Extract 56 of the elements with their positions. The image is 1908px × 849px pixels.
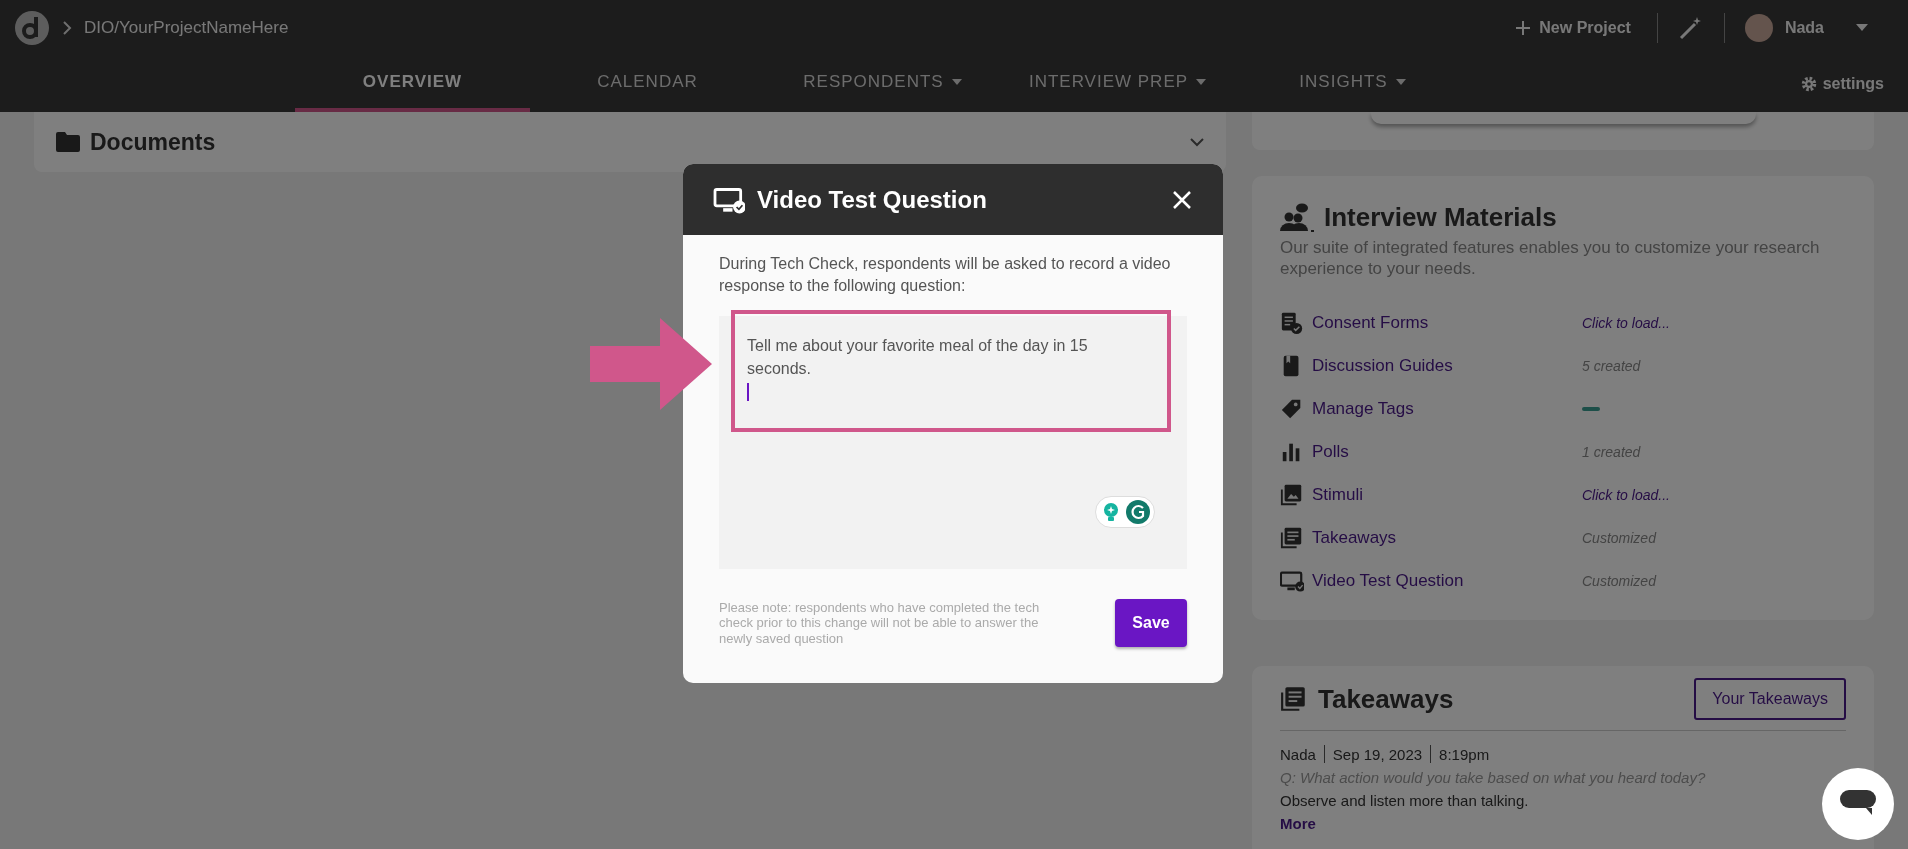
- writing-assistant-widget[interactable]: [1095, 496, 1155, 529]
- people-chat-icon: [1280, 202, 1314, 233]
- card-description: Our suite of integrated features enables you to customize your research experience to your needs.: [1280, 237, 1821, 280]
- monitor-check-icon: [1280, 569, 1304, 593]
- status-text: 1 created: [1582, 444, 1641, 460]
- images-icon: [1280, 483, 1304, 507]
- text-cursor: [747, 382, 749, 401]
- chevron-icon: [62, 20, 72, 35]
- author: Nada: [1280, 745, 1316, 763]
- nav-tab[interactable]: RESPONDENTS: [765, 55, 1000, 112]
- gear-icon: [1800, 75, 1817, 92]
- new-project-button[interactable]: New Project: [1509, 17, 1637, 38]
- monitor-check-icon: [713, 185, 745, 214]
- load-link[interactable]: Click to load...: [1582, 315, 1670, 331]
- nav-tab[interactable]: INSIGHTS: [1235, 55, 1470, 112]
- card-title: Interview Materials: [1324, 202, 1557, 233]
- dialog-title: Video Test Question: [757, 185, 987, 214]
- status-text: Customized: [1582, 573, 1656, 589]
- loading-indicator: [1582, 407, 1600, 411]
- dialog-description: During Tech Check, respondents will be asked to record a video response to the following question:: [719, 254, 1172, 296]
- question-text: Tell me about your favorite meal of the day in 15 seconds.: [747, 337, 1088, 378]
- date: Sep 19, 2023: [1332, 745, 1423, 763]
- nav-tab[interactable]: INTERVIEW PREP: [1000, 55, 1235, 112]
- nav-tab[interactable]: CALENDAR: [530, 55, 765, 112]
- settings-button[interactable]: settings: [1794, 55, 1890, 112]
- dialog-note: Please note: respondents who have completed the tech check prior to this change will not be able to answer the newly saved question: [719, 599, 1041, 647]
- time: 8:19pm: [1439, 745, 1490, 763]
- close-icon[interactable]: [1171, 188, 1193, 211]
- material-link[interactable]: Video Test Question: [1312, 571, 1464, 591]
- checklist-icon: [1280, 311, 1304, 335]
- user-avatar[interactable]: [1744, 13, 1773, 42]
- plus-icon: [1515, 19, 1532, 36]
- card-title: Documents: [90, 128, 216, 156]
- documents-icon: [1280, 685, 1308, 713]
- load-link[interactable]: Click to load...: [1582, 487, 1670, 503]
- save-button[interactable]: Save: [1115, 599, 1187, 648]
- logo-icon[interactable]: [14, 9, 50, 46]
- status-text: 5 created: [1582, 358, 1641, 374]
- card-title: Takeaways: [1318, 683, 1454, 715]
- your-takeaways-button[interactable]: Your Takeaways: [1694, 678, 1846, 720]
- more-link[interactable]: More: [1280, 815, 1316, 832]
- user-name[interactable]: Nada: [1784, 18, 1824, 37]
- status-text: Customized: [1582, 530, 1656, 546]
- takeaway-answer: Observe and listen more than talking.: [1280, 792, 1530, 809]
- documents-icon: [1280, 526, 1304, 550]
- caret-icon[interactable]: [1856, 23, 1868, 32]
- material-link[interactable]: Consent Forms: [1312, 313, 1429, 333]
- breadcrumb[interactable]: DIO/YourProjectNameHere: [84, 17, 289, 38]
- chevron-down-icon[interactable]: [1190, 137, 1204, 147]
- g-logo-icon[interactable]: [1126, 500, 1150, 525]
- material-link[interactable]: Stimuli: [1312, 485, 1363, 505]
- material-link[interactable]: Polls: [1312, 442, 1349, 462]
- material-link[interactable]: Discussion Guides: [1312, 356, 1453, 376]
- material-link[interactable]: Takeaways: [1312, 528, 1397, 548]
- material-link[interactable]: Manage Tags: [1312, 399, 1414, 419]
- folder-icon: [56, 132, 80, 152]
